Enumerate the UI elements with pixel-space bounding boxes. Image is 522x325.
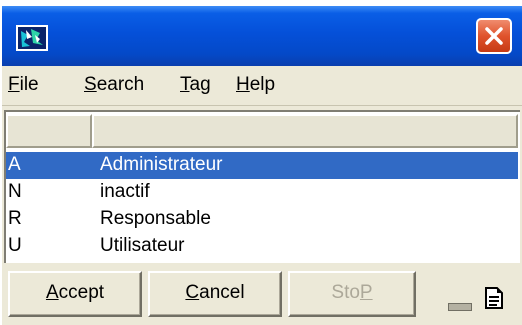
button-bar: Accept Cancel StoP <box>2 265 522 325</box>
menu-bar: File Search Tag Help <box>2 66 522 106</box>
row-code: U <box>8 235 22 256</box>
menu-file-accel: F <box>8 74 20 95</box>
code-list[interactable]: A Administrateur N inactif R Responsable… <box>4 110 520 263</box>
dialog-window: File Search Tag Help A Administrateur N … <box>2 6 522 325</box>
cancel-accel: C <box>185 282 200 303</box>
menu-tag-accel: T <box>180 74 190 95</box>
menu-help-label: elp <box>249 74 276 95</box>
row-code: A <box>8 154 21 175</box>
menu-file[interactable]: File <box>8 74 39 96</box>
stop-button[interactable]: StoP <box>288 271 416 317</box>
list-row-n[interactable]: N inactif <box>6 179 518 206</box>
menu-tag[interactable]: Tag <box>180 74 211 96</box>
cancel-label: ancel <box>199 282 245 303</box>
row-label: inactif <box>100 181 150 202</box>
title-bar[interactable] <box>2 6 522 66</box>
close-icon <box>485 27 503 45</box>
menu-search-label: earch <box>96 74 145 95</box>
app-icon[interactable] <box>16 25 48 51</box>
accept-button[interactable]: Accept <box>8 271 142 317</box>
list-row-r[interactable]: R Responsable <box>6 206 518 233</box>
row-label: Utilisateur <box>100 235 185 256</box>
minimize-icon[interactable] <box>448 303 472 311</box>
close-button[interactable] <box>476 18 512 54</box>
stop-label: Sto <box>331 282 360 303</box>
accept-accel: A <box>45 282 59 303</box>
list-row-a[interactable]: A Administrateur <box>6 152 518 179</box>
menu-tag-label: ag <box>189 74 211 95</box>
cancel-button[interactable]: Cancel <box>148 271 282 317</box>
column-header-code[interactable] <box>6 114 92 148</box>
row-label: Responsable <box>100 208 211 229</box>
menu-search-accel: S <box>84 74 97 95</box>
menu-file-label: ile <box>19 74 39 95</box>
list-row-u[interactable]: U Utilisateur <box>6 233 518 260</box>
row-code: R <box>8 208 22 229</box>
menu-help[interactable]: Help <box>236 74 275 96</box>
stop-accel: P <box>359 282 373 303</box>
accept-label: ccept <box>58 282 105 303</box>
menu-search[interactable]: Search <box>84 74 144 96</box>
menu-help-accel: H <box>236 74 250 95</box>
row-label: Administrateur <box>100 154 223 175</box>
row-code: N <box>8 181 22 202</box>
column-header-label[interactable] <box>92 114 518 148</box>
document-icon[interactable] <box>484 287 504 309</box>
